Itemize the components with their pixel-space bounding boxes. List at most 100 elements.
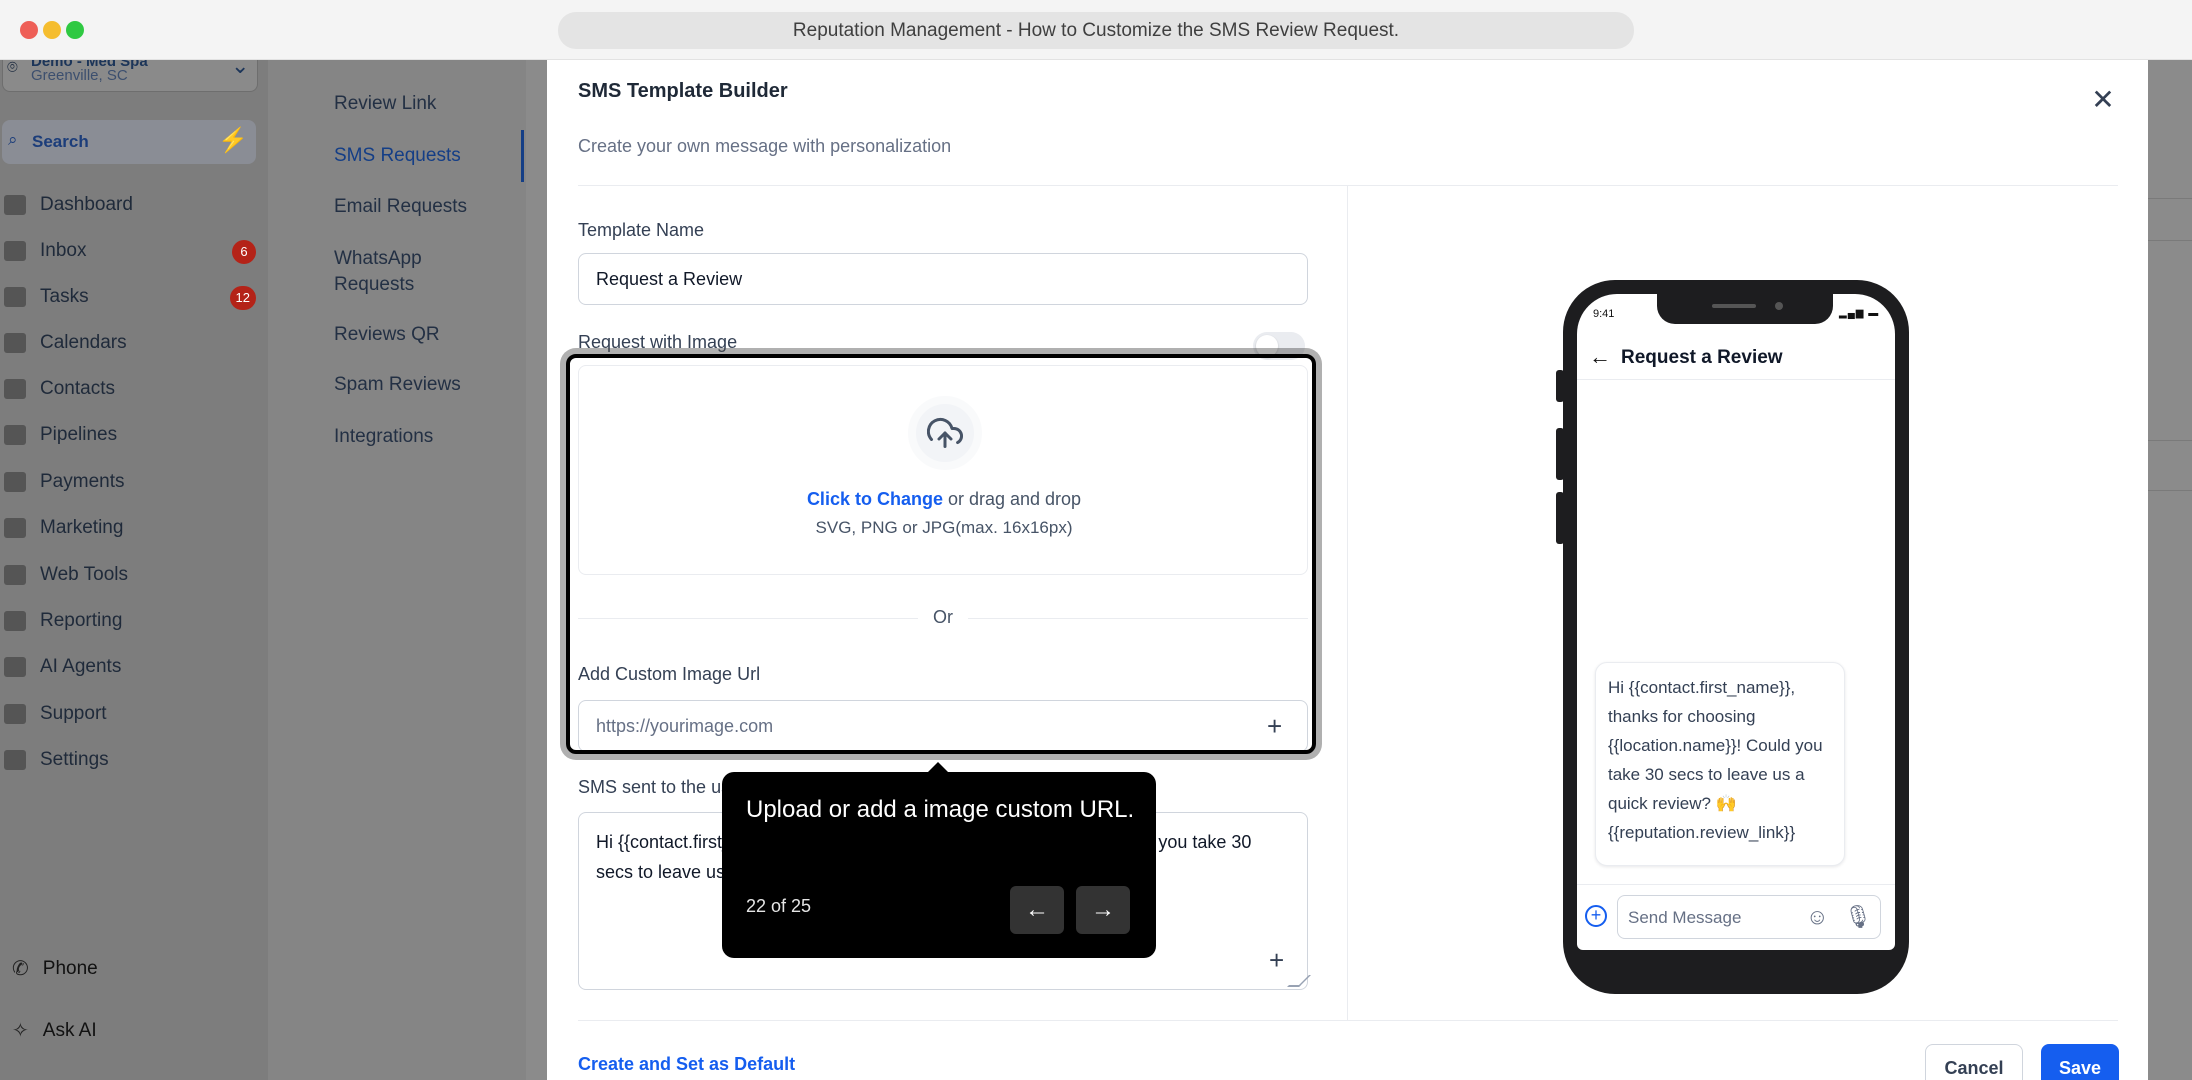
sidebar-item-support[interactable]: Support [4, 699, 260, 729]
sms-message-label: SMS sent to the user [578, 777, 747, 797]
request-with-image-toggle[interactable] [1253, 332, 1305, 360]
arrow-right-icon[interactable]: → [1076, 886, 1130, 934]
contacts-icon [4, 379, 26, 399]
subnav-reviews-qr[interactable]: Reviews QR [334, 322, 514, 348]
template-name-input[interactable]: Request a Review [578, 253, 1308, 305]
chevron-down-icon: ⌄ [231, 60, 250, 78]
search-label: Search [32, 132, 89, 151]
subnav-review-link[interactable]: Review Link [334, 91, 514, 117]
sidebar-item-web-tools[interactable]: Web Tools [4, 560, 260, 590]
sidebar-item-label: Reporting [40, 610, 123, 631]
maximize-window-button[interactable] [66, 21, 84, 39]
subnav-whatsapp-requests[interactable]: WhatsApp Requests [334, 246, 454, 298]
web-tools-icon [4, 565, 26, 585]
sidebar-item-label: Dashboard [40, 194, 133, 215]
settings-icon [4, 750, 26, 770]
inbox-count-badge: 6 [232, 240, 256, 264]
sidebar-item-tasks[interactable]: Tasks 12 [4, 282, 260, 312]
phone-preview: 9:41 ▂▄▆ ▬ ← Request a Review Hi {{conta… [1563, 280, 1909, 994]
sidebar-item-pipelines[interactable]: Pipelines [4, 420, 260, 450]
save-button[interactable]: Save [2041, 1044, 2119, 1080]
sidebar-item-label: Payments [40, 471, 125, 492]
tasks-icon [4, 287, 26, 307]
sidebar-item-label: Settings [40, 749, 109, 770]
close-icon[interactable]: ✕ [2085, 82, 2121, 118]
sidebar-item-calendars[interactable]: Calendars [4, 328, 260, 358]
upload-instructions: Click to Change or drag and drop [579, 489, 1309, 510]
column-divider [1347, 186, 1348, 1020]
search-icon: ⌕ [8, 130, 18, 149]
upload-format-hint: SVG, PNG or JPG(max. 16x16px) [815, 518, 1073, 537]
phone-message-composer: + Send Message ☺ 🎙 [1577, 884, 1895, 950]
upload-cloud-icon [908, 396, 982, 470]
sidebar-item-inbox[interactable]: Inbox 6 [4, 236, 260, 266]
sidebar-search[interactable]: ⌕ Search ⚡ [2, 120, 256, 164]
ai-agents-icon [4, 657, 26, 677]
support-icon [4, 704, 26, 724]
add-url-plus-icon[interactable]: + [1267, 713, 1282, 739]
sidebar-item-marketing[interactable]: Marketing [4, 513, 260, 543]
subnav-spam-reviews[interactable]: Spam Reviews [334, 372, 514, 398]
sidebar-item-reporting[interactable]: Reporting [4, 606, 260, 636]
minimize-window-button[interactable] [43, 21, 61, 39]
arrow-left-icon[interactable]: ← [1010, 886, 1064, 934]
subnav-sms-requests[interactable]: SMS Requests [334, 143, 514, 169]
window-title: Reputation Management - How to Customize… [558, 12, 1634, 49]
cancel-button[interactable]: Cancel [1925, 1044, 2023, 1080]
subnav-integrations[interactable]: Integrations [334, 424, 514, 450]
sparkle-icon: ✧ [12, 1020, 29, 1042]
status-signal-battery-icon: ▂▄▆ ▬ [1839, 308, 1880, 319]
sidebar-item-payments[interactable]: Payments [4, 467, 260, 497]
phone-message-input: Send Message ☺ 🎙 [1617, 895, 1881, 939]
image-upload-dropzone[interactable]: Click to Change or drag and drop SVG, PN… [578, 365, 1308, 575]
custom-image-url-input[interactable]: https://yourimage.com + [578, 700, 1308, 752]
add-attachment-icon: + [1585, 905, 1607, 927]
ask-ai-label: Ask AI [42, 1019, 97, 1041]
sms-preview-link: {{reputation.review_link}} [1608, 823, 1796, 842]
sidebar-item-dashboard[interactable]: Dashboard [4, 190, 260, 220]
phone-label: Phone [42, 957, 98, 979]
sms-preview-text: Hi {{contact.first_name}}, thanks for ch… [1608, 678, 1823, 813]
resize-handle[interactable] [1287, 975, 1311, 987]
insert-variable-plus-icon[interactable]: + [1269, 947, 1284, 973]
tooltip-text: Upload or add a image custom URL. [746, 796, 1135, 823]
custom-image-url-placeholder: https://yourimage.com [596, 716, 774, 736]
phone-button[interactable]: ✆ Phone [12, 956, 98, 981]
close-window-button[interactable] [20, 21, 38, 39]
subnav-email-requests[interactable]: Email Requests [334, 194, 514, 220]
modal-subtitle: Create your own message with personaliza… [578, 136, 952, 156]
tasks-count-badge: 12 [229, 286, 256, 310]
custom-image-url-label: Add Custom Image Url [578, 664, 761, 684]
reporting-icon [4, 611, 26, 631]
location-city: Greenville, SC [31, 67, 128, 84]
location-pin-icon: ⌾ [7, 60, 18, 77]
sidebar-item-label: Support [40, 703, 107, 724]
upload-drag-text: or drag and drop [942, 489, 1082, 509]
tour-tooltip: Upload or add a image custom URL. 22 of … [722, 762, 1156, 958]
dashboard-icon [4, 195, 26, 215]
status-time: 9:41 [1593, 308, 1615, 320]
modal-title: SMS Template Builder [578, 80, 788, 102]
phone-screen: 9:41 ▂▄▆ ▬ ← Request a Review Hi {{conta… [1577, 294, 1895, 950]
calendar-icon [4, 333, 26, 353]
sidebar-item-label: Contacts [40, 378, 115, 399]
sidebar-item-label: Calendars [40, 332, 127, 353]
inbox-icon [4, 241, 26, 261]
payments-icon [4, 472, 26, 492]
subnav-active-indicator [521, 130, 524, 182]
sidebar-item-settings[interactable]: Settings [4, 745, 260, 775]
sidebar: ⌾ Demo - Med Spa Greenville, SC ⌄ ⌕ Sear… [0, 60, 268, 1080]
sidebar-item-label: AI Agents [40, 656, 122, 677]
arrow-left-icon: ← [1589, 344, 1611, 369]
location-switcher[interactable]: ⌾ Demo - Med Spa Greenville, SC ⌄ [2, 60, 258, 92]
click-to-change-link[interactable]: Click to Change [807, 489, 943, 509]
create-and-set-default-link[interactable]: Create and Set as Default [578, 1054, 795, 1075]
sidebar-item-ai-agents[interactable]: AI Agents [4, 652, 260, 682]
phone-icon: ✆ [12, 958, 29, 980]
pipelines-icon [4, 425, 26, 445]
request-with-image-label: Request with Image [578, 332, 738, 352]
sidebar-item-contacts[interactable]: Contacts [4, 374, 260, 404]
quick-action-bolt-icon[interactable]: ⚡ [218, 126, 248, 155]
marketing-icon [4, 518, 26, 538]
ask-ai-button[interactable]: ✧ Ask AI [12, 1018, 97, 1043]
